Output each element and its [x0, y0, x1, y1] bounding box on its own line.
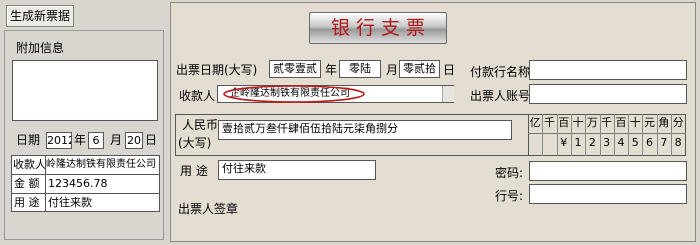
- amount-digit-6: 4: [617, 136, 625, 149]
- unit-header-10: 分: [672, 116, 684, 129]
- stub-day-field[interactable]: 20: [125, 132, 143, 149]
- stub-year-field[interactable]: 2012: [46, 132, 72, 149]
- purpose-field[interactable]: 付往来款: [218, 160, 376, 180]
- grid-divider: [528, 133, 686, 134]
- purpose-label: 用 途: [180, 164, 208, 178]
- generate-new-cheque-button[interactable]: 生成新票据: [6, 5, 74, 27]
- payer-bank-field[interactable]: [529, 60, 687, 80]
- issue-month-unit: 月: [386, 63, 399, 77]
- payer-account-label: 出票人账号: [470, 89, 531, 103]
- payee-dropdown-button[interactable]: [442, 86, 454, 102]
- amount-digit-3: 1: [574, 136, 582, 149]
- unit-header-0: 亿: [529, 116, 541, 129]
- stub-date-label: 日期: [16, 133, 41, 147]
- unit-header-7: 十: [629, 116, 641, 129]
- stub-month-unit: 月: [110, 133, 123, 147]
- unit-header-4: 万: [586, 116, 598, 129]
- payee-label: 收款人: [179, 89, 216, 103]
- cheque-title: 银 行 支 票: [309, 12, 447, 44]
- amount-digit-10: 8: [674, 136, 682, 149]
- unit-header-8: 元: [644, 116, 656, 129]
- password-label: 密码:: [495, 166, 524, 180]
- issue-month-field[interactable]: 零陆: [339, 60, 381, 78]
- amount-digit-9: 7: [660, 136, 668, 149]
- stub-month-field[interactable]: 6: [88, 132, 104, 149]
- amount-digit-grid: 亿千百 ¥ 十 1 万 2 千 3 百 4 十 5 元 6 角 7 分 8: [528, 114, 686, 156]
- stub-amount-label: 金 额: [14, 177, 40, 190]
- unit-header-9: 角: [658, 116, 670, 129]
- unit-header-3: 十: [572, 116, 584, 129]
- issue-year-field[interactable]: 贰零壹贰: [269, 60, 321, 78]
- rmb-uppercase-label: (大写): [178, 136, 212, 150]
- stub-payee-value[interactable]: 岭隆达制铁有限责任公司: [46, 157, 159, 173]
- unit-header-2: 百: [558, 116, 570, 129]
- issue-day-unit: 日: [443, 63, 456, 77]
- line-number-field[interactable]: [529, 184, 687, 204]
- unit-header-1: 千: [543, 116, 555, 129]
- stub-title: 附加信息: [16, 41, 65, 55]
- stub-extra-info-field[interactable]: [12, 60, 158, 121]
- stub-amount-value[interactable]: 123456.78: [48, 176, 108, 192]
- stub-table-divider: [11, 174, 160, 175]
- amount-digit-7: 5: [631, 136, 639, 149]
- unit-header-6: 百: [615, 116, 627, 129]
- rmb-label: 人民币: [182, 118, 219, 132]
- payer-account-field[interactable]: [529, 84, 687, 104]
- unit-header-5: 千: [601, 116, 613, 129]
- stub-payee-label: 收款人: [13, 158, 46, 171]
- password-field[interactable]: [529, 161, 687, 181]
- amount-digit-4: 2: [588, 136, 596, 149]
- amount-digit-2: ¥: [560, 136, 568, 149]
- issue-year-unit: 年: [325, 63, 338, 77]
- stub-day-unit: 日: [145, 133, 158, 147]
- stub-purpose-label: 用 途: [14, 196, 40, 209]
- stub-year-unit: 年: [74, 133, 87, 147]
- amount-words-field[interactable]: 壹拾贰万叁仟肆佰伍拾陆元柒角捌分: [218, 120, 512, 140]
- stub-purpose-value[interactable]: 付往来款: [48, 195, 92, 211]
- amount-digit-5: 3: [603, 136, 611, 149]
- issue-day-field[interactable]: 零贰拾: [399, 60, 440, 78]
- amount-digit-8: 6: [646, 136, 654, 149]
- line-number-label: 行号:: [495, 189, 524, 203]
- signature-label: 出票人签章: [178, 202, 239, 216]
- payee-highlight-ellipse: [223, 85, 365, 103]
- stub-table-divider: [11, 193, 160, 194]
- payer-bank-label: 付款行名称: [470, 65, 531, 79]
- issue-date-label: 出票日期(大写): [176, 63, 258, 77]
